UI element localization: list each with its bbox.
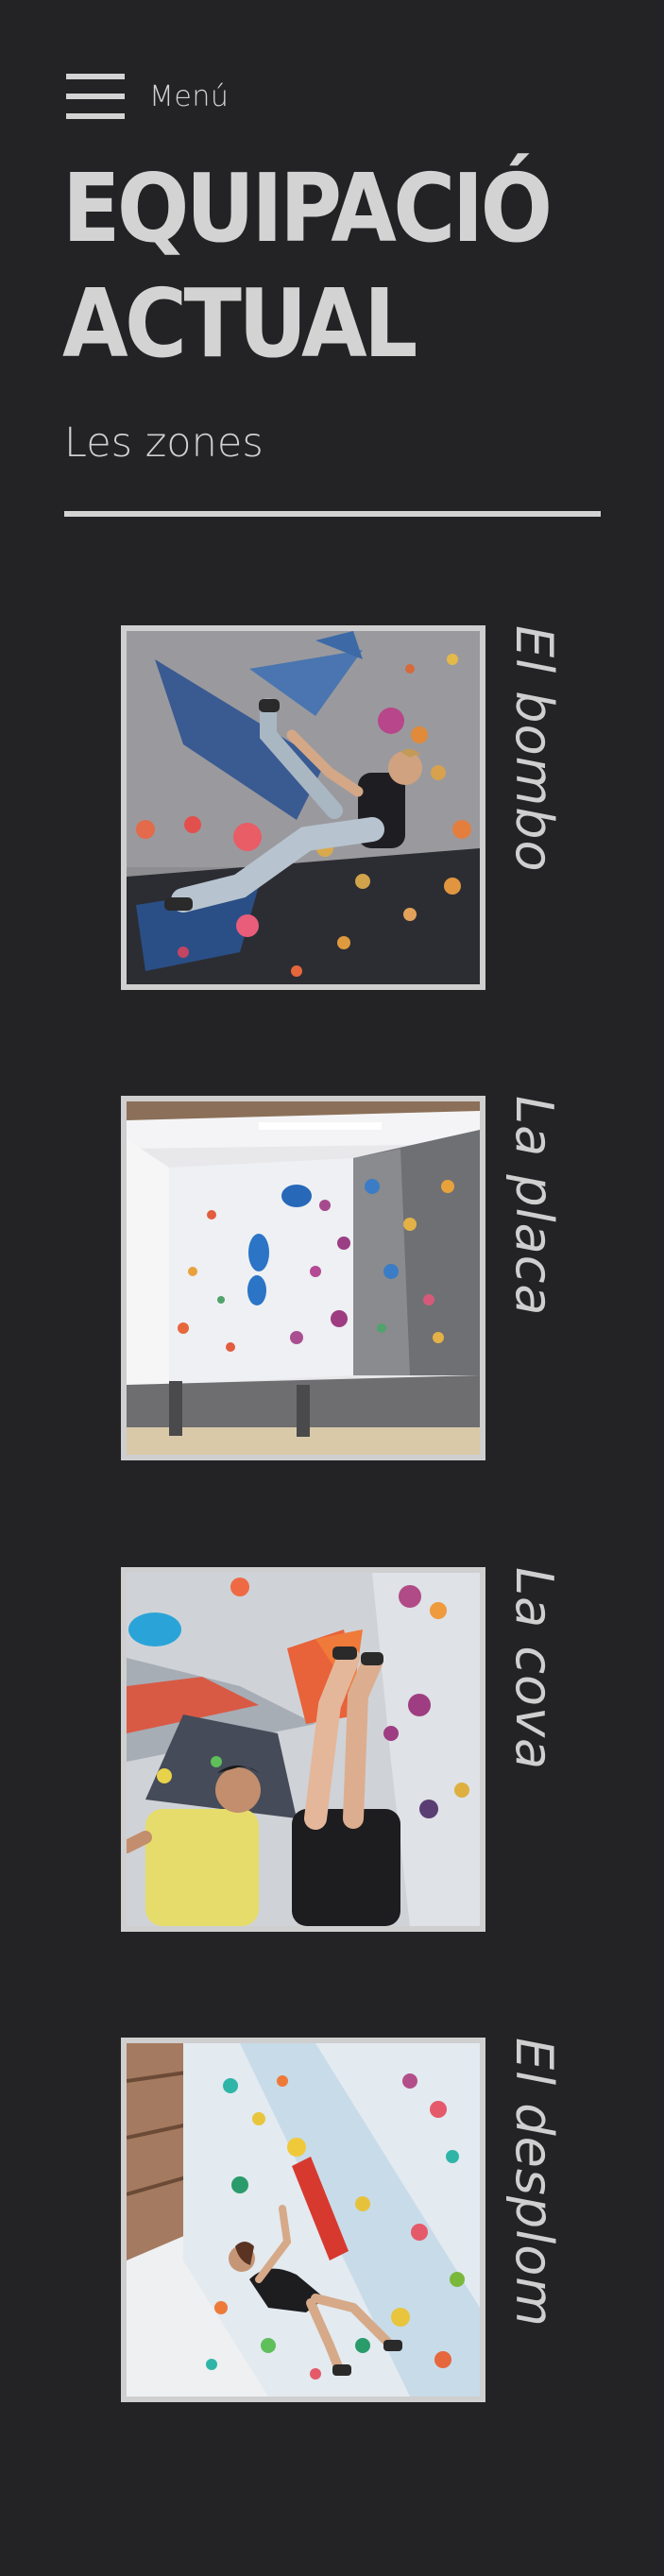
zone-label-la-cova: La cova [504,1567,564,1771]
page-title: EQUIPACIÓ ACTUAL [62,151,553,382]
zone-card-el-desplom[interactable]: El desplom [121,2038,564,2402]
section-subtitle: Les zones [64,419,264,467]
zone-image-el-desplom[interactable] [121,2038,485,2402]
section-divider [64,511,601,517]
two-climbers-in-cave-photo [127,1573,480,1926]
climber-on-overhang-photo [127,2043,480,2397]
zone-card-la-placa[interactable]: La placa [121,1096,564,1460]
zone-image-la-cova[interactable] [121,1567,485,1932]
page-title-line-2: ACTUAL [62,268,417,379]
hamburger-icon [66,74,125,119]
zone-card-la-cova[interactable]: La cova [121,1567,564,1932]
climber-on-blue-volume-photo [127,631,480,984]
zone-card-el-bombo[interactable]: El bombo [121,625,564,990]
zone-image-el-bombo[interactable] [121,625,485,990]
empty-climbing-room-photo [127,1101,480,1455]
menu-label: Menú [149,79,230,113]
menu-button[interactable]: Menú [66,74,229,119]
zone-image-la-placa[interactable] [121,1096,485,1460]
page-title-line-1: EQUIPACIÓ [62,153,553,264]
zone-label-la-placa: La placa [504,1096,564,1317]
zone-label-el-desplom: El desplom [504,2038,564,2328]
zone-label-el-bombo: El bombo [504,625,564,873]
